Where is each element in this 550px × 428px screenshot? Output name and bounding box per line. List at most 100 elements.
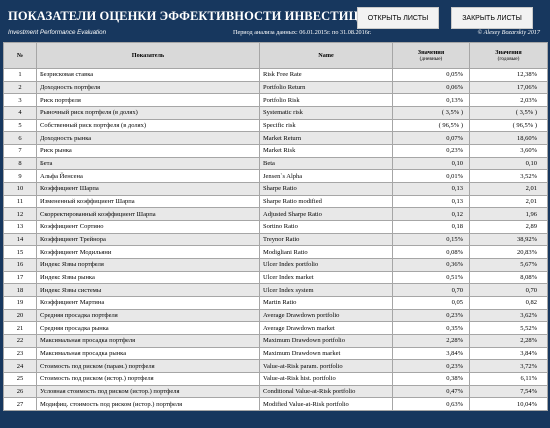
indicator-cell[interactable]: Коэффициент Модильяни (36, 245, 260, 260)
name-cell[interactable]: Maximum Drawdown market (259, 346, 393, 361)
annual-value-cell[interactable]: 10,04% (469, 397, 548, 412)
indicator-cell[interactable]: Средняя просадка рынка (36, 321, 260, 336)
annual-value-cell[interactable]: 2,28% (469, 334, 548, 348)
daily-value-cell[interactable]: 0,01% (392, 169, 470, 184)
indicator-cell[interactable]: Доходность портфеля (36, 80, 260, 95)
daily-value-cell[interactable]: 0,12 (392, 207, 470, 222)
daily-value-cell[interactable]: ( 3,5% ) (392, 106, 470, 120)
daily-value-cell[interactable]: 0,13 (392, 194, 470, 209)
row-number[interactable]: 1 (3, 68, 37, 82)
indicator-cell[interactable]: Индекс Язвы системы (36, 283, 260, 298)
row-number[interactable]: 15 (3, 245, 37, 260)
annual-value-cell[interactable]: 38,92% (469, 232, 548, 247)
annual-value-cell[interactable]: 3,84% (469, 346, 548, 361)
annual-value-cell[interactable]: 3,72% (469, 359, 548, 374)
annual-value-cell[interactable]: 5,52% (469, 321, 548, 336)
annual-value-cell[interactable]: 7,54% (469, 384, 548, 399)
row-number[interactable]: 14 (3, 232, 37, 247)
name-cell[interactable]: Conditional Value-at-Risk portfolio (259, 384, 393, 399)
annual-value-cell[interactable]: 6,11% (469, 372, 548, 386)
name-cell[interactable]: Sharpe Ratio modified (259, 194, 393, 209)
daily-value-cell[interactable]: 0,51% (392, 270, 470, 285)
daily-value-cell[interactable]: 0,23% (392, 359, 470, 374)
annual-value-cell[interactable]: 2,03% (469, 93, 548, 108)
row-number[interactable]: 27 (3, 397, 37, 412)
daily-value-cell[interactable]: 0,70 (392, 283, 470, 298)
annual-value-cell[interactable]: 0,70 (469, 283, 548, 298)
row-number[interactable]: 3 (3, 93, 37, 108)
name-cell[interactable]: Ulcer Index market (259, 270, 393, 285)
row-number[interactable]: 6 (3, 131, 37, 146)
daily-value-cell[interactable]: 0,13 (392, 182, 470, 196)
row-number[interactable]: 12 (3, 207, 37, 222)
indicator-cell[interactable]: Риск рынка (36, 144, 260, 158)
name-cell[interactable]: Average Drawdown portfolio (259, 308, 393, 323)
indicator-cell[interactable]: Коэффициент Трейнора (36, 232, 260, 247)
daily-value-cell[interactable]: 0,05% (392, 68, 470, 82)
daily-value-cell[interactable]: 3,84% (392, 346, 470, 361)
name-cell[interactable]: Adjusted Sharpe Ratio (259, 207, 393, 222)
annual-value-cell[interactable]: 3,60% (469, 144, 548, 158)
name-cell[interactable]: Ulcer Index portfolio (259, 258, 393, 272)
indicator-cell[interactable]: Индекс Язвы рынка (36, 270, 260, 285)
row-number[interactable]: 9 (3, 169, 37, 184)
indicator-cell[interactable]: Индекс Язвы портфеля (36, 258, 260, 272)
name-cell[interactable]: Sortino Ratio (259, 220, 393, 234)
row-number[interactable]: 19 (3, 296, 37, 310)
name-cell[interactable]: Martin Ratio (259, 296, 393, 310)
daily-value-cell[interactable]: 0,23% (392, 144, 470, 158)
daily-value-cell[interactable]: ( 96,5% ) (392, 118, 470, 133)
row-number[interactable]: 18 (3, 283, 37, 298)
indicator-cell[interactable]: Коэффициент Мартина (36, 296, 260, 310)
annual-value-cell[interactable]: 2,01 (469, 194, 548, 209)
daily-value-cell[interactable]: 0,63% (392, 397, 470, 412)
annual-value-cell[interactable]: 0,82 (469, 296, 548, 310)
name-cell[interactable]: Sharpe Ratio (259, 182, 393, 196)
row-number[interactable]: 11 (3, 194, 37, 209)
indicator-cell[interactable]: Модифиц. стоимость под риском (истор.) п… (36, 397, 260, 412)
row-number[interactable]: 23 (3, 346, 37, 361)
name-cell[interactable]: Portfolio Risk (259, 93, 393, 108)
row-number[interactable]: 26 (3, 384, 37, 399)
row-number[interactable]: 10 (3, 182, 37, 196)
open-sheets-button[interactable]: ОТКРЫТЬ ЛИСТЫ (357, 7, 439, 29)
name-cell[interactable]: Ulcer Index system (259, 283, 393, 298)
indicator-cell[interactable]: Собственный риск портфеля (в долях) (36, 118, 260, 133)
indicator-cell[interactable]: Скорректированный коэффициент Шарпа (36, 207, 260, 222)
row-number[interactable]: 25 (3, 372, 37, 386)
daily-value-cell[interactable]: 0,10 (392, 156, 470, 171)
name-cell[interactable]: Portfolio Return (259, 80, 393, 95)
row-number[interactable]: 16 (3, 258, 37, 272)
daily-value-cell[interactable]: 0,06% (392, 80, 470, 95)
daily-value-cell[interactable]: 0,07% (392, 131, 470, 146)
row-number[interactable]: 5 (3, 118, 37, 133)
indicator-cell[interactable]: Рыночный риск портфеля (в долях) (36, 106, 260, 120)
name-cell[interactable]: Specific risk (259, 118, 393, 133)
row-number[interactable]: 4 (3, 106, 37, 120)
close-sheets-button[interactable]: ЗАКРЫТЬ ЛИСТЫ (451, 7, 533, 29)
daily-value-cell[interactable]: 0,47% (392, 384, 470, 399)
daily-value-cell[interactable]: 2,28% (392, 334, 470, 348)
annual-value-cell[interactable]: 17,06% (469, 80, 548, 95)
daily-value-cell[interactable]: 0,15% (392, 232, 470, 247)
indicator-cell[interactable]: Стоимость под риском (парам.) портфеля (36, 359, 260, 374)
row-number[interactable]: 24 (3, 359, 37, 374)
daily-value-cell[interactable]: 0,35% (392, 321, 470, 336)
indicator-cell[interactable]: Альфа Йенсена (36, 169, 260, 184)
row-number[interactable]: 8 (3, 156, 37, 171)
indicator-cell[interactable]: Максимальная просадка рынка (36, 346, 260, 361)
name-cell[interactable]: Jensen`s Alpha (259, 169, 393, 184)
row-number[interactable]: 7 (3, 144, 37, 158)
annual-value-cell[interactable]: 2,89 (469, 220, 548, 234)
annual-value-cell[interactable]: 3,52% (469, 169, 548, 184)
daily-value-cell[interactable]: 0,18 (392, 220, 470, 234)
indicator-cell[interactable]: Риск портфеля (36, 93, 260, 108)
annual-value-cell[interactable]: ( 3,5% ) (469, 106, 548, 120)
annual-value-cell[interactable]: 20,83% (469, 245, 548, 260)
indicator-cell[interactable]: Безрисковая ставка (36, 68, 260, 82)
name-cell[interactable]: Risk Free Rate (259, 68, 393, 82)
daily-value-cell[interactable]: 0,05 (392, 296, 470, 310)
name-cell[interactable]: Systematic risk (259, 106, 393, 120)
indicator-cell[interactable]: Стоимость под риском (истор.) портфеля (36, 372, 260, 386)
row-number[interactable]: 2 (3, 80, 37, 95)
